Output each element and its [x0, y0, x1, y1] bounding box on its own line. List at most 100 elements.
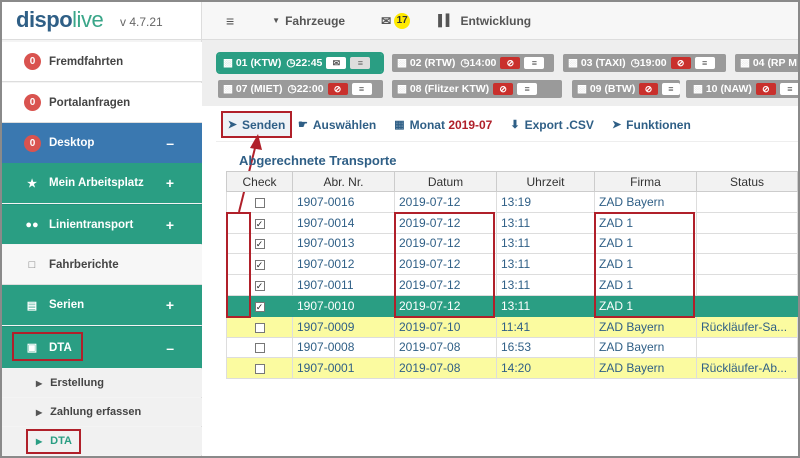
vehicle-09[interactable]: ▩ 09 (BTW) ⊘ ≡ [572, 80, 680, 98]
row-checkbox[interactable]: ✓ [254, 280, 265, 291]
no-entry-button[interactable]: ⊘ [670, 57, 691, 69]
column-header[interactable]: Status [696, 171, 798, 192]
row-checkbox[interactable]: ✓ [254, 218, 265, 229]
messages-menu[interactable]: ✉ 17 [381, 12, 411, 29]
row-checkbox[interactable]: ✓ [254, 301, 265, 312]
cell-zeit: 11:41 [496, 315, 595, 338]
vehicle-01[interactable]: ▩ 01 (KTW) ◷ 22:45 ✉ ≡ [216, 52, 384, 74]
no-entry-button[interactable]: ⊘ [327, 83, 348, 95]
column-header[interactable]: Abr. Nr. [292, 171, 395, 192]
sidebar-subitem-label: Zahlung erfassen [50, 406, 142, 418]
collapse-icon[interactable]: – [166, 340, 174, 356]
menu-icon[interactable]: ≡ [226, 13, 234, 29]
vehicle-10[interactable]: ▩ 10 (NAW) ⊘ ≡ [688, 80, 798, 98]
list-button[interactable]: ≡ [779, 83, 798, 95]
table-row[interactable]: ✓ 1907-0014 2019-07-12 13:11 ZAD 1 [226, 211, 798, 234]
app-logo: dispolive v 4.7.21 [2, 2, 201, 40]
vehicle-04[interactable]: ▩ 04 (RP M [735, 54, 798, 72]
list-button[interactable]: ≡ [351, 83, 372, 95]
vehicle-label: 09 (BTW) [589, 83, 636, 95]
vehicle-07[interactable]: ▩ 07 (MIET) ◷ 22:00 ⊘ ≡ [218, 80, 383, 98]
clock-icon: ◷ [286, 57, 296, 69]
cell-nr: 1907-0011 [292, 274, 395, 296]
sidebar-subitem-zahlung[interactable]: ▶ Zahlung erfassen [2, 398, 202, 426]
sidebar-item-label: Fremdfahrten [49, 55, 124, 68]
cell-zeit: 13:19 [496, 191, 595, 213]
check-cell [226, 336, 293, 359]
cell-status [696, 294, 798, 317]
vehicle-time: 14:00 [469, 57, 497, 69]
row-checkbox[interactable] [254, 197, 265, 208]
no-entry-button[interactable]: ⊘ [493, 83, 514, 95]
count-badge: 0 [24, 94, 41, 111]
list-button[interactable]: ≡ [694, 57, 715, 69]
envelope-icon: ✉ [381, 13, 392, 28]
row-checkbox[interactable]: ✓ [254, 239, 265, 250]
no-entry-button[interactable]: ⊘ [755, 83, 776, 95]
sidebar-item-fremdfahrten[interactable]: 0 Fremdfahrten [2, 42, 202, 82]
cell-datum: 2019-07-12 [394, 191, 497, 213]
funktionen-button[interactable]: ➤ Funktionen [612, 118, 691, 132]
expand-icon[interactable]: + [166, 217, 174, 233]
cell-status: Rückläufer-Ab... [696, 357, 798, 380]
table-row[interactable]: 1907-0009 2019-07-10 11:41 ZAD Bayern Rücklä… [226, 315, 798, 338]
table-row[interactable]: ✓ 1907-0013 2019-07-12 13:11 ZAD 1 [226, 232, 798, 255]
sidebar-item-arbeitsplatz[interactable]: ★ Mein Arbeitsplatz + [2, 163, 202, 203]
table-row[interactable]: ✓ 1907-0010 2019-07-12 13:11 ZAD 1 [226, 294, 798, 317]
expand-icon[interactable]: + [166, 175, 174, 191]
collapse-icon[interactable]: – [166, 135, 174, 151]
no-entry-button[interactable]: ⊘ [500, 57, 521, 69]
vehicle-08[interactable]: ▩ 08 (Flitzer KTW) ⊘ ≡ [392, 80, 562, 98]
check-cell [226, 315, 293, 338]
cell-zeit: 14:20 [496, 357, 595, 380]
envelope-button[interactable]: ✉ [326, 57, 347, 69]
users-icon: ●● [25, 218, 39, 231]
monat-selector[interactable]: ▦ Monat 2019-07 [394, 118, 492, 132]
clock-icon: ◷ [287, 83, 297, 95]
table-row[interactable]: ✓ 1907-0012 2019-07-12 13:11 ZAD 1 [226, 253, 798, 276]
cell-status [696, 274, 798, 296]
sidebar-item-portalanfragen[interactable]: 0 Portalanfragen [2, 83, 202, 123]
sidebar-item-fahrberichte[interactable]: □ Fahrberichte [2, 245, 202, 285]
table-row[interactable]: ✓ 1907-0011 2019-07-12 13:11 ZAD 1 [226, 274, 798, 296]
row-checkbox[interactable] [254, 343, 265, 354]
expand-icon[interactable]: + [166, 297, 174, 313]
sidebar-item-linientransport[interactable]: ●● Linientransport + [2, 204, 202, 244]
highlight-box-checks [226, 212, 251, 318]
sidebar-item-desktop[interactable]: 0 Desktop – [2, 123, 202, 163]
cell-nr: 1907-0001 [292, 357, 395, 380]
entwicklung-menu[interactable]: ▌▍ Entwicklung [438, 14, 531, 28]
column-header[interactable]: Uhrzeit [496, 171, 595, 192]
download-icon: ⬇ [510, 119, 520, 131]
column-header[interactable]: Firma [594, 171, 697, 192]
brand-text-live: live [72, 7, 104, 32]
vehicle-02[interactable]: ▩ 02 (RTW) ◷ 14:00 ⊘ ≡ [392, 54, 554, 72]
functions-icon: ➤ [611, 119, 622, 131]
cell-status [696, 336, 798, 359]
row-checkbox[interactable] [254, 322, 265, 333]
vehicle-03[interactable]: ▩ 03 (TAXI) ◷ 19:00 ⊘ ≡ [563, 54, 726, 72]
list-button[interactable]: ≡ [517, 83, 538, 95]
sidebar-item-label: Linientransport [49, 218, 134, 231]
list-button[interactable]: ≡ [350, 57, 371, 69]
no-entry-button[interactable]: ⊘ [639, 83, 658, 95]
export-csv-button[interactable]: ⬇ Export .CSV [510, 118, 594, 132]
table-row[interactable]: 1907-0008 2019-07-08 16:53 ZAD Bayern [226, 336, 798, 359]
table-row[interactable]: 1907-0016 2019-07-12 13:19 ZAD Bayern [226, 191, 798, 213]
table-title: Abgerechnete Transporte [239, 153, 397, 168]
list-button[interactable]: ≡ [661, 83, 680, 95]
auswaehlen-button[interactable]: ☛ Auswählen [298, 118, 376, 132]
app-window: dispolive v 4.7.21 0 Fremdfahrten 0 Port… [0, 0, 800, 458]
fahrzeuge-menu[interactable]: ▼ Fahrzeuge [272, 14, 345, 28]
table-row[interactable]: 1907-0001 2019-07-08 14:20 ZAD Bayern Rücklä… [226, 357, 798, 380]
sidebar-item-label: Desktop [49, 137, 95, 149]
row-checkbox[interactable]: ✓ [254, 260, 265, 271]
senden-label: Senden [241, 117, 286, 132]
sidebar-item-label: Portalanfragen [49, 96, 131, 109]
row-checkbox[interactable] [254, 364, 265, 375]
sidebar-item-serien[interactable]: ▤ Serien + [2, 285, 202, 325]
list-button[interactable]: ≡ [524, 57, 545, 69]
column-header[interactable]: Check [226, 171, 293, 192]
column-header[interactable]: Datum [394, 171, 497, 192]
sidebar-subitem-erstellung[interactable]: ▶ Erstellung [2, 369, 202, 397]
